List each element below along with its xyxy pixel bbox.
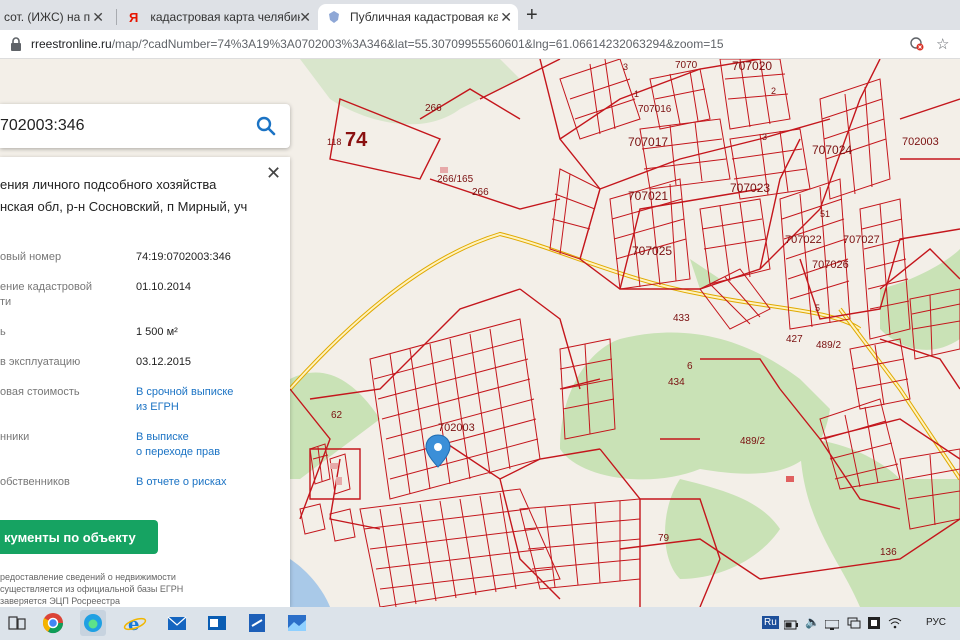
url-text[interactable]: rreestronline.ru/map/?cadNumber=74%3A19%… xyxy=(31,37,724,51)
map-label: 5 xyxy=(815,303,821,313)
footnote-line: заверяется ЭЦП Росреестра xyxy=(0,596,121,606)
field-label: ти xyxy=(0,296,12,308)
map-label: 707022 xyxy=(785,234,822,246)
tab-2-title: кадастровая карта челябинской xyxy=(150,10,300,24)
mail-icon[interactable] xyxy=(164,610,190,636)
tab-3-active[interactable]: Публичная кадастровая карта ✕ xyxy=(318,4,518,30)
tab-1[interactable]: сот. (ИЖС) на прода ✕ xyxy=(0,4,110,30)
wifi-icon[interactable] xyxy=(888,616,902,629)
map-label: 702003 xyxy=(438,422,475,434)
task-view-icon[interactable] xyxy=(4,610,30,636)
taskbar: e Ru 🔈 РУС xyxy=(0,607,960,640)
map-label: 2 xyxy=(771,86,777,96)
documents-button[interactable]: кументы по объекту xyxy=(0,520,158,554)
map-label: 707021 xyxy=(628,189,669,203)
map-label: 266 xyxy=(472,187,489,198)
map-label: 7070 xyxy=(675,60,698,71)
battery-icon[interactable] xyxy=(783,617,798,630)
map-label: 3 xyxy=(623,62,629,72)
object-info-panel: ✕ ения личного подсобного хозяйства нска… xyxy=(0,157,290,607)
map-label: 707025 xyxy=(632,244,673,258)
map-label: 707027 xyxy=(843,234,880,246)
field-label: нники xyxy=(0,431,30,443)
close-icon[interactable]: ✕ xyxy=(266,163,281,184)
search-input[interactable]: 702003:346 xyxy=(0,117,85,135)
close-icon[interactable]: ✕ xyxy=(299,9,311,26)
outlook-icon[interactable] xyxy=(204,610,230,636)
search-icon[interactable] xyxy=(254,114,278,138)
map-label: 434 xyxy=(668,377,685,388)
map-label: 707016 xyxy=(638,104,672,115)
map-label: 1 xyxy=(634,89,640,99)
map-label: 707026 xyxy=(812,259,849,271)
input-language[interactable]: РУС xyxy=(926,617,946,628)
cadastral-date-value: 01.10.2014 xyxy=(136,281,192,293)
map-label: 136 xyxy=(880,547,897,558)
star-icon[interactable]: ☆ xyxy=(936,35,949,53)
tab-1-title: сот. (ИЖС) на прода xyxy=(4,10,90,24)
map-label: 489/2 xyxy=(740,436,766,447)
map-label: 702003 xyxy=(902,136,939,148)
field-label: в эксплуатацию xyxy=(0,356,81,368)
network-icon[interactable] xyxy=(847,616,861,629)
ie-icon[interactable]: e xyxy=(122,610,148,636)
map-label: 6 xyxy=(687,361,693,372)
cadastral-number-value: 74:19:0702003:346 xyxy=(136,251,231,263)
cost-link[interactable]: В срочной выписке xyxy=(136,386,233,398)
map-label: 707020 xyxy=(732,59,773,73)
field-label: ение кадастровой xyxy=(0,281,92,293)
address-toolbar: rreestronline.ru/map/?cadNumber=74%3A19%… xyxy=(0,30,960,59)
chrome-icon[interactable] xyxy=(40,610,66,636)
risk-report-link[interactable]: В отчете о рисках xyxy=(136,476,227,488)
new-tab-button[interactable]: + xyxy=(526,4,538,26)
map-label: 707017 xyxy=(628,135,669,149)
area-value: 1 500 м² xyxy=(136,326,178,338)
close-icon[interactable]: ✕ xyxy=(500,9,512,26)
rosreestr-favicon-icon xyxy=(328,11,340,23)
map-label: 427 xyxy=(786,334,803,345)
photos-icon[interactable] xyxy=(284,610,310,636)
footnote-line: редоставление сведений о недвижимости xyxy=(0,572,176,582)
yandex-favicon-icon: Я xyxy=(129,9,139,25)
field-label: овая стоимость xyxy=(0,386,80,398)
search-box: 702003:346 xyxy=(0,104,290,148)
map-label: 266 xyxy=(425,103,442,114)
map-label: 118 xyxy=(327,137,342,147)
close-icon[interactable]: ✕ xyxy=(92,9,104,26)
owners-link-line2[interactable]: о переходе прав xyxy=(136,446,220,458)
field-label: ь xyxy=(0,326,6,338)
footnote-line: существляется из официальной базы ЕГРН xyxy=(0,584,184,594)
map-label: 707023 xyxy=(730,181,771,195)
object-address: нская обл, р-н Сосновский, п Мирный, уч xyxy=(0,199,248,214)
svg-text:e: e xyxy=(128,614,139,635)
map-label: 74 xyxy=(345,129,368,151)
map-label: 433 xyxy=(673,313,690,324)
map-label: 79 xyxy=(658,533,670,544)
owners-link[interactable]: В выписке xyxy=(136,431,189,443)
map-label: 489/2 xyxy=(816,340,842,351)
object-purpose: ения личного подсобного хозяйства xyxy=(0,177,217,192)
field-label: овый номер xyxy=(0,251,62,263)
blocked-icon[interactable] xyxy=(910,37,924,51)
cost-link-line2[interactable]: из ЕГРН xyxy=(136,401,179,413)
map-label: 51 xyxy=(820,209,831,219)
tab-3-title: Публичная кадастровая карта xyxy=(350,10,498,24)
monitor-icon[interactable] xyxy=(824,617,840,630)
map-label: 62 xyxy=(331,410,343,421)
antivirus-icon[interactable] xyxy=(868,616,880,629)
lock-icon[interactable] xyxy=(10,37,22,51)
omnibox[interactable]: rreestronline.ru/map/?cadNumber=74%3A19%… xyxy=(0,33,960,55)
ru-badge[interactable]: Ru xyxy=(762,616,779,629)
edge-icon[interactable] xyxy=(80,610,106,636)
volume-icon[interactable]: 🔈 xyxy=(805,615,820,629)
scanner-icon[interactable] xyxy=(244,610,270,636)
tab-strip: сот. (ИЖС) на прода ✕ Я кадастровая карт… xyxy=(0,0,960,30)
commissioning-date-value: 03.12.2015 xyxy=(136,356,192,368)
tab-2[interactable]: Я кадастровая карта челябинской ✕ xyxy=(117,4,317,30)
field-label: обственников xyxy=(0,476,70,488)
map-label: 266/165 xyxy=(437,174,474,185)
map-label: 707024 xyxy=(812,143,853,157)
map-label: 3 xyxy=(762,132,768,142)
